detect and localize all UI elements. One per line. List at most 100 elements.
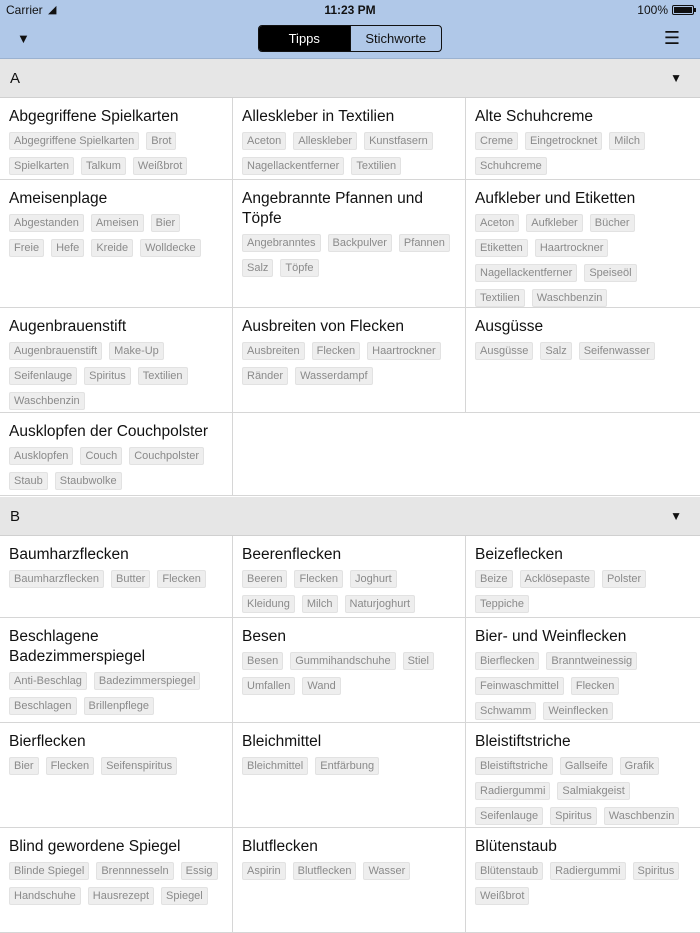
keyword-tag[interactable]: Beschlagen xyxy=(9,697,77,715)
tip-card[interactable]: Angebrannte Pfannen und Töpfe Angebrannte… xyxy=(233,180,466,307)
keyword-tag[interactable]: Aceton xyxy=(475,214,520,232)
keyword-tag[interactable]: Gummihandschuhe xyxy=(290,652,396,670)
keyword-tag[interactable]: Waschbenzin xyxy=(531,289,608,307)
keyword-tag[interactable]: Bücher xyxy=(589,214,635,232)
keyword-tag[interactable]: Salz xyxy=(242,259,274,277)
keyword-tag[interactable]: Couch xyxy=(80,447,123,465)
keyword-tag[interactable]: Grafik xyxy=(619,757,659,775)
keyword-tag[interactable]: Hausrezept xyxy=(87,887,155,905)
keyword-tag[interactable]: Umfallen xyxy=(242,677,296,695)
keyword-tag[interactable]: Aspirin xyxy=(242,862,286,880)
keyword-tag[interactable]: Blutflecken xyxy=(292,862,357,880)
keyword-tag[interactable]: Essig xyxy=(180,862,218,880)
tip-card[interactable]: Bleistiftstriche Bleistiftstriche Gallseif… xyxy=(466,723,700,827)
triangle-down-icon[interactable]: ▼ xyxy=(17,31,30,46)
keyword-tag[interactable]: Haartrockner xyxy=(367,342,441,360)
keyword-tag[interactable]: Spiritus xyxy=(550,807,597,825)
keyword-tag[interactable]: Couchpolster xyxy=(129,447,205,465)
keyword-tag[interactable]: Aceton xyxy=(242,132,287,150)
keyword-tag[interactable]: Badezimmerspiegel xyxy=(93,672,201,690)
keyword-tag[interactable]: Bier xyxy=(150,214,181,232)
keyword-tag[interactable]: Kreide xyxy=(91,239,134,257)
keyword-tag[interactable]: Bleistiftstriche xyxy=(475,757,553,775)
keyword-tag[interactable]: Schuhcreme xyxy=(475,157,547,175)
keyword-tag[interactable]: Milch xyxy=(609,132,645,150)
keyword-tag[interactable]: Radiergummi xyxy=(475,782,551,800)
keyword-tag[interactable]: Besen xyxy=(242,652,284,670)
tip-card[interactable]: Augenbrauenstift Augenbrauenstift Make-Up S… xyxy=(0,308,233,412)
keyword-tag[interactable]: Salmiakgeist xyxy=(557,782,630,800)
keyword-tag[interactable]: Ränder xyxy=(242,367,289,385)
tip-card[interactable]: Aufkleber und Etiketten Aceton Aufkleber Bü… xyxy=(466,180,700,307)
tip-card[interactable]: Beschlagene Badezimmerspiegel Anti-Beschl… xyxy=(0,618,233,722)
keyword-tag[interactable]: Creme xyxy=(475,132,519,150)
tip-card[interactable]: Ausgüsse Ausgüsse Salz Seifenwasser xyxy=(466,308,700,412)
tab-tipps[interactable]: Tipps xyxy=(259,26,350,51)
keyword-tag[interactable]: Abgestanden xyxy=(9,214,84,232)
tab-stichworte[interactable]: Stichworte xyxy=(349,26,442,51)
keyword-tag[interactable]: Töpfe xyxy=(280,259,319,277)
keyword-tag[interactable]: Etiketten xyxy=(475,239,528,257)
keyword-tag[interactable]: Speiseöl xyxy=(584,264,637,282)
keyword-tag[interactable]: Salz xyxy=(540,342,572,360)
keyword-tag[interactable]: Backpulver xyxy=(327,234,392,252)
keyword-tag[interactable]: Brillenpflege xyxy=(83,697,155,715)
keyword-tag[interactable]: Branntweinessig xyxy=(546,652,638,670)
keyword-tag[interactable]: Talkum xyxy=(81,157,126,175)
keyword-tag[interactable]: Naturjoghurt xyxy=(344,595,416,613)
keyword-tag[interactable]: Make-Up xyxy=(109,342,164,360)
keyword-tag[interactable]: Radiergummi xyxy=(550,862,626,880)
keyword-tag[interactable]: Kleidung xyxy=(242,595,295,613)
keyword-tag[interactable]: Spielkarten xyxy=(9,157,75,175)
keyword-tag[interactable]: Textilien xyxy=(475,289,525,307)
keyword-tag[interactable]: Blinde Spiegel xyxy=(9,862,90,880)
keyword-tag[interactable]: Schwamm xyxy=(475,702,537,720)
keyword-tag[interactable]: Flecken xyxy=(570,677,620,695)
keyword-tag[interactable]: Weinflecken xyxy=(543,702,614,720)
keyword-tag[interactable]: Flecken xyxy=(311,342,361,360)
tip-card[interactable]: Beizeflecken Beize Acklösepaste Polster Tepp… xyxy=(466,536,700,617)
keyword-tag[interactable]: Bierflecken xyxy=(475,652,540,670)
keyword-tag[interactable]: Milch xyxy=(301,595,338,613)
keyword-tag[interactable]: Wasser xyxy=(363,862,411,880)
tip-card[interactable]: Ausbreiten von Flecken Ausbreiten Flecken H… xyxy=(233,308,466,412)
keyword-tag[interactable]: Flecken xyxy=(294,570,344,588)
tip-card[interactable]: Blind gewordene Spiegel Blinde Spiegel Bre… xyxy=(0,828,233,932)
keyword-tag[interactable]: Eingetrocknet xyxy=(525,132,603,150)
keyword-tag[interactable]: Waschbenzin xyxy=(9,392,85,410)
keyword-tag[interactable]: Seifenlauge xyxy=(475,807,544,825)
keyword-tag[interactable]: Handschuhe xyxy=(9,887,81,905)
list-icon[interactable]: ☰ xyxy=(664,28,680,49)
keyword-tag[interactable]: Nagellackentferner xyxy=(242,157,345,175)
keyword-tag[interactable]: Kunstfasern xyxy=(364,132,433,150)
keyword-tag[interactable]: Butter xyxy=(111,570,151,588)
keyword-tag[interactable]: Polster xyxy=(601,570,647,588)
keyword-tag[interactable]: Bleichmittel xyxy=(242,757,309,775)
tip-card[interactable]: Besen Besen Gummihandschuhe Stiel Umfallen Wa… xyxy=(233,618,466,722)
keyword-tag[interactable]: Angebranntes xyxy=(242,234,321,252)
keyword-tag[interactable]: Hefe xyxy=(51,239,85,257)
keyword-tag[interactable]: Spiegel xyxy=(161,887,208,905)
keyword-tag[interactable]: Flecken xyxy=(157,570,206,588)
keyword-tag[interactable]: Brennnesseln xyxy=(96,862,174,880)
keyword-tag[interactable]: Ausgüsse xyxy=(475,342,534,360)
keyword-tag[interactable]: Acklösepaste xyxy=(519,570,595,588)
keyword-tag[interactable]: Alleskleber xyxy=(293,132,358,150)
keyword-tag[interactable]: Freie xyxy=(9,239,45,257)
keyword-tag[interactable]: Baumharzflecken xyxy=(9,570,104,588)
tip-card[interactable]: Bier- und Weinflecken Bierflecken Branntwe… xyxy=(466,618,700,722)
keyword-tag[interactable]: Gallseife xyxy=(559,757,613,775)
tip-card[interactable]: Bierflecken Bier Flecken Seifenspiritus xyxy=(0,723,233,827)
keyword-tag[interactable]: Nagellackentferner xyxy=(475,264,578,282)
keyword-tag[interactable]: Bier xyxy=(9,757,39,775)
tip-card[interactable]: Abgegriffene Spielkarten Abgegriffene Spi… xyxy=(0,98,233,179)
collapse-chevron-icon[interactable]: ▼ xyxy=(670,509,682,523)
keyword-tag[interactable]: Haartrockner xyxy=(534,239,609,257)
keyword-tag[interactable]: Textilien xyxy=(351,157,402,175)
keyword-tag[interactable]: Entfärbung xyxy=(315,757,380,775)
keyword-tag[interactable]: Feinwaschmittel xyxy=(475,677,564,695)
keyword-tag[interactable]: Seifenlauge xyxy=(9,367,78,385)
keyword-tag[interactable]: Abgegriffene Spielkarten xyxy=(9,132,140,150)
tip-card[interactable]: Alte Schuhcreme Creme Eingetrocknet Milch Sc… xyxy=(466,98,700,179)
tip-card[interactable]: Ausklopfen der Couchpolster Ausklopfen Cou… xyxy=(0,413,233,495)
